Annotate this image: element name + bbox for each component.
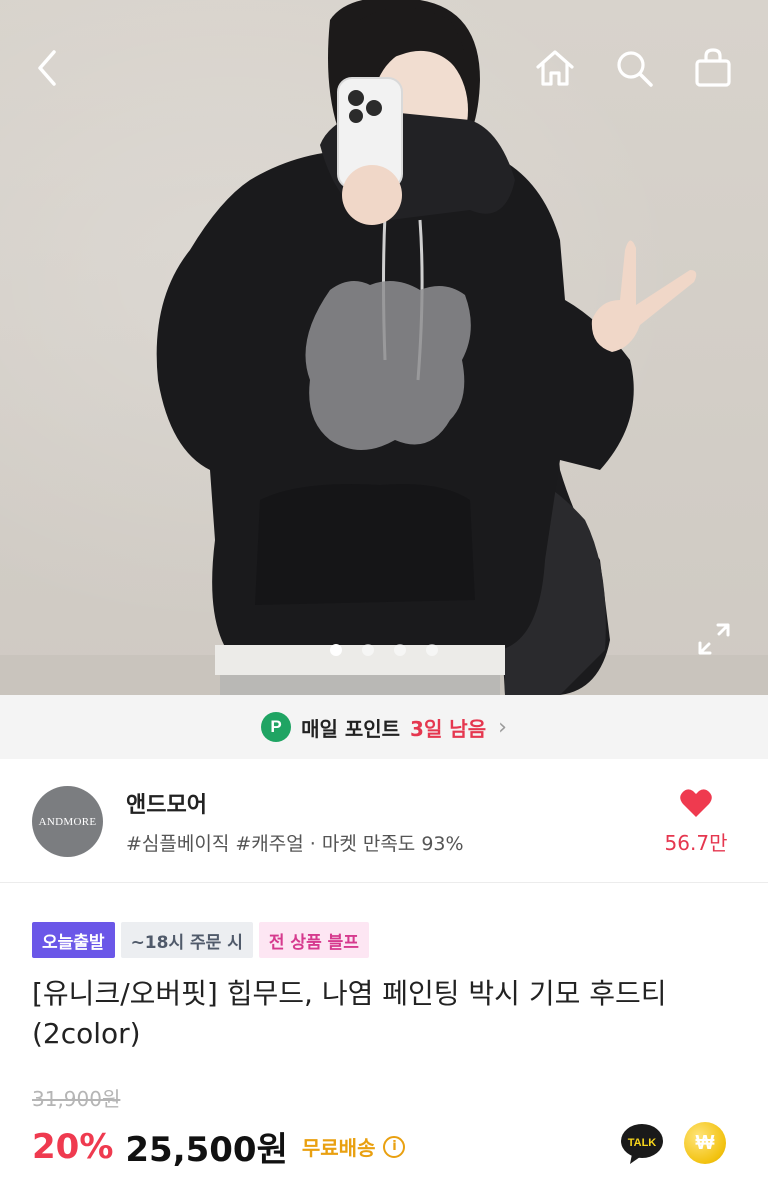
heart-icon bbox=[680, 789, 712, 817]
store-name[interactable]: 앤드모어 bbox=[126, 787, 207, 819]
cart-button[interactable] bbox=[685, 40, 741, 96]
search-icon bbox=[617, 51, 653, 87]
chevron-left-icon bbox=[38, 50, 56, 86]
coin-reward-icon[interactable]: ₩ bbox=[684, 1122, 726, 1164]
favorite-count: 56.7만 bbox=[664, 831, 728, 855]
coin-symbol: ₩ bbox=[695, 1131, 715, 1154]
shipping-label: 무료배송 bbox=[301, 1136, 376, 1160]
search-button[interactable] bbox=[606, 40, 662, 96]
carousel-indicators[interactable] bbox=[0, 644, 768, 656]
store-info[interactable]: ANDMORE 앤드모어 #심플베이직 #캐주얼 · 마켓 만족도 93% 56… bbox=[0, 759, 768, 883]
discount-rate: 20% bbox=[32, 1126, 114, 1167]
point-badge-icon: P bbox=[261, 712, 292, 742]
badge-order-time: ~18시 주문 시 bbox=[120, 922, 253, 958]
store-logo[interactable]: ANDMORE bbox=[32, 786, 103, 857]
expand-icon bbox=[698, 623, 730, 655]
carousel-dot[interactable] bbox=[330, 644, 342, 656]
point-banner-text: 매일 포인트 bbox=[301, 716, 401, 741]
back-button[interactable] bbox=[20, 40, 76, 96]
point-days-left: 3일 남음 bbox=[410, 716, 487, 741]
original-price: 31,900원 bbox=[32, 1087, 121, 1111]
product-badges: 오늘출발 ~18시 주문 시 전 상품 블프 bbox=[32, 922, 369, 958]
carousel-dot[interactable] bbox=[394, 644, 406, 656]
home-button[interactable] bbox=[527, 40, 583, 96]
daily-point-banner[interactable]: P 매일 포인트 3일 남음 › bbox=[0, 695, 768, 759]
badge-today-ship: 오늘출발 bbox=[32, 922, 115, 958]
model-illustration bbox=[156, 0, 697, 695]
carousel-dot[interactable] bbox=[426, 644, 438, 656]
expand-image-button[interactable] bbox=[686, 611, 742, 667]
home-icon bbox=[536, 50, 574, 86]
carousel-dot[interactable] bbox=[362, 644, 374, 656]
favorite-button[interactable]: 56.7만 bbox=[656, 787, 736, 856]
sale-price: 25,500원 bbox=[125, 1130, 288, 1170]
store-tags: #심플베이직 #캐주얼 · 마켓 만족도 93% bbox=[126, 833, 464, 855]
kakao-talk-icon[interactable]: TALK bbox=[620, 1122, 664, 1166]
product-hero-image[interactable] bbox=[0, 0, 768, 695]
badge-sale: 전 상품 블프 bbox=[258, 922, 369, 958]
shopping-bag-icon bbox=[695, 48, 731, 87]
product-title: [유니크/오버핏] 힙무드, 나염 페인팅 박시 기모 후드티 (2color) bbox=[32, 977, 667, 1050]
price-row: 20% 25,500원 무료배송 i bbox=[32, 1122, 406, 1171]
info-icon[interactable]: i bbox=[383, 1135, 406, 1158]
chevron-right-icon: › bbox=[498, 714, 507, 740]
talk-label: TALK bbox=[628, 1137, 657, 1149]
